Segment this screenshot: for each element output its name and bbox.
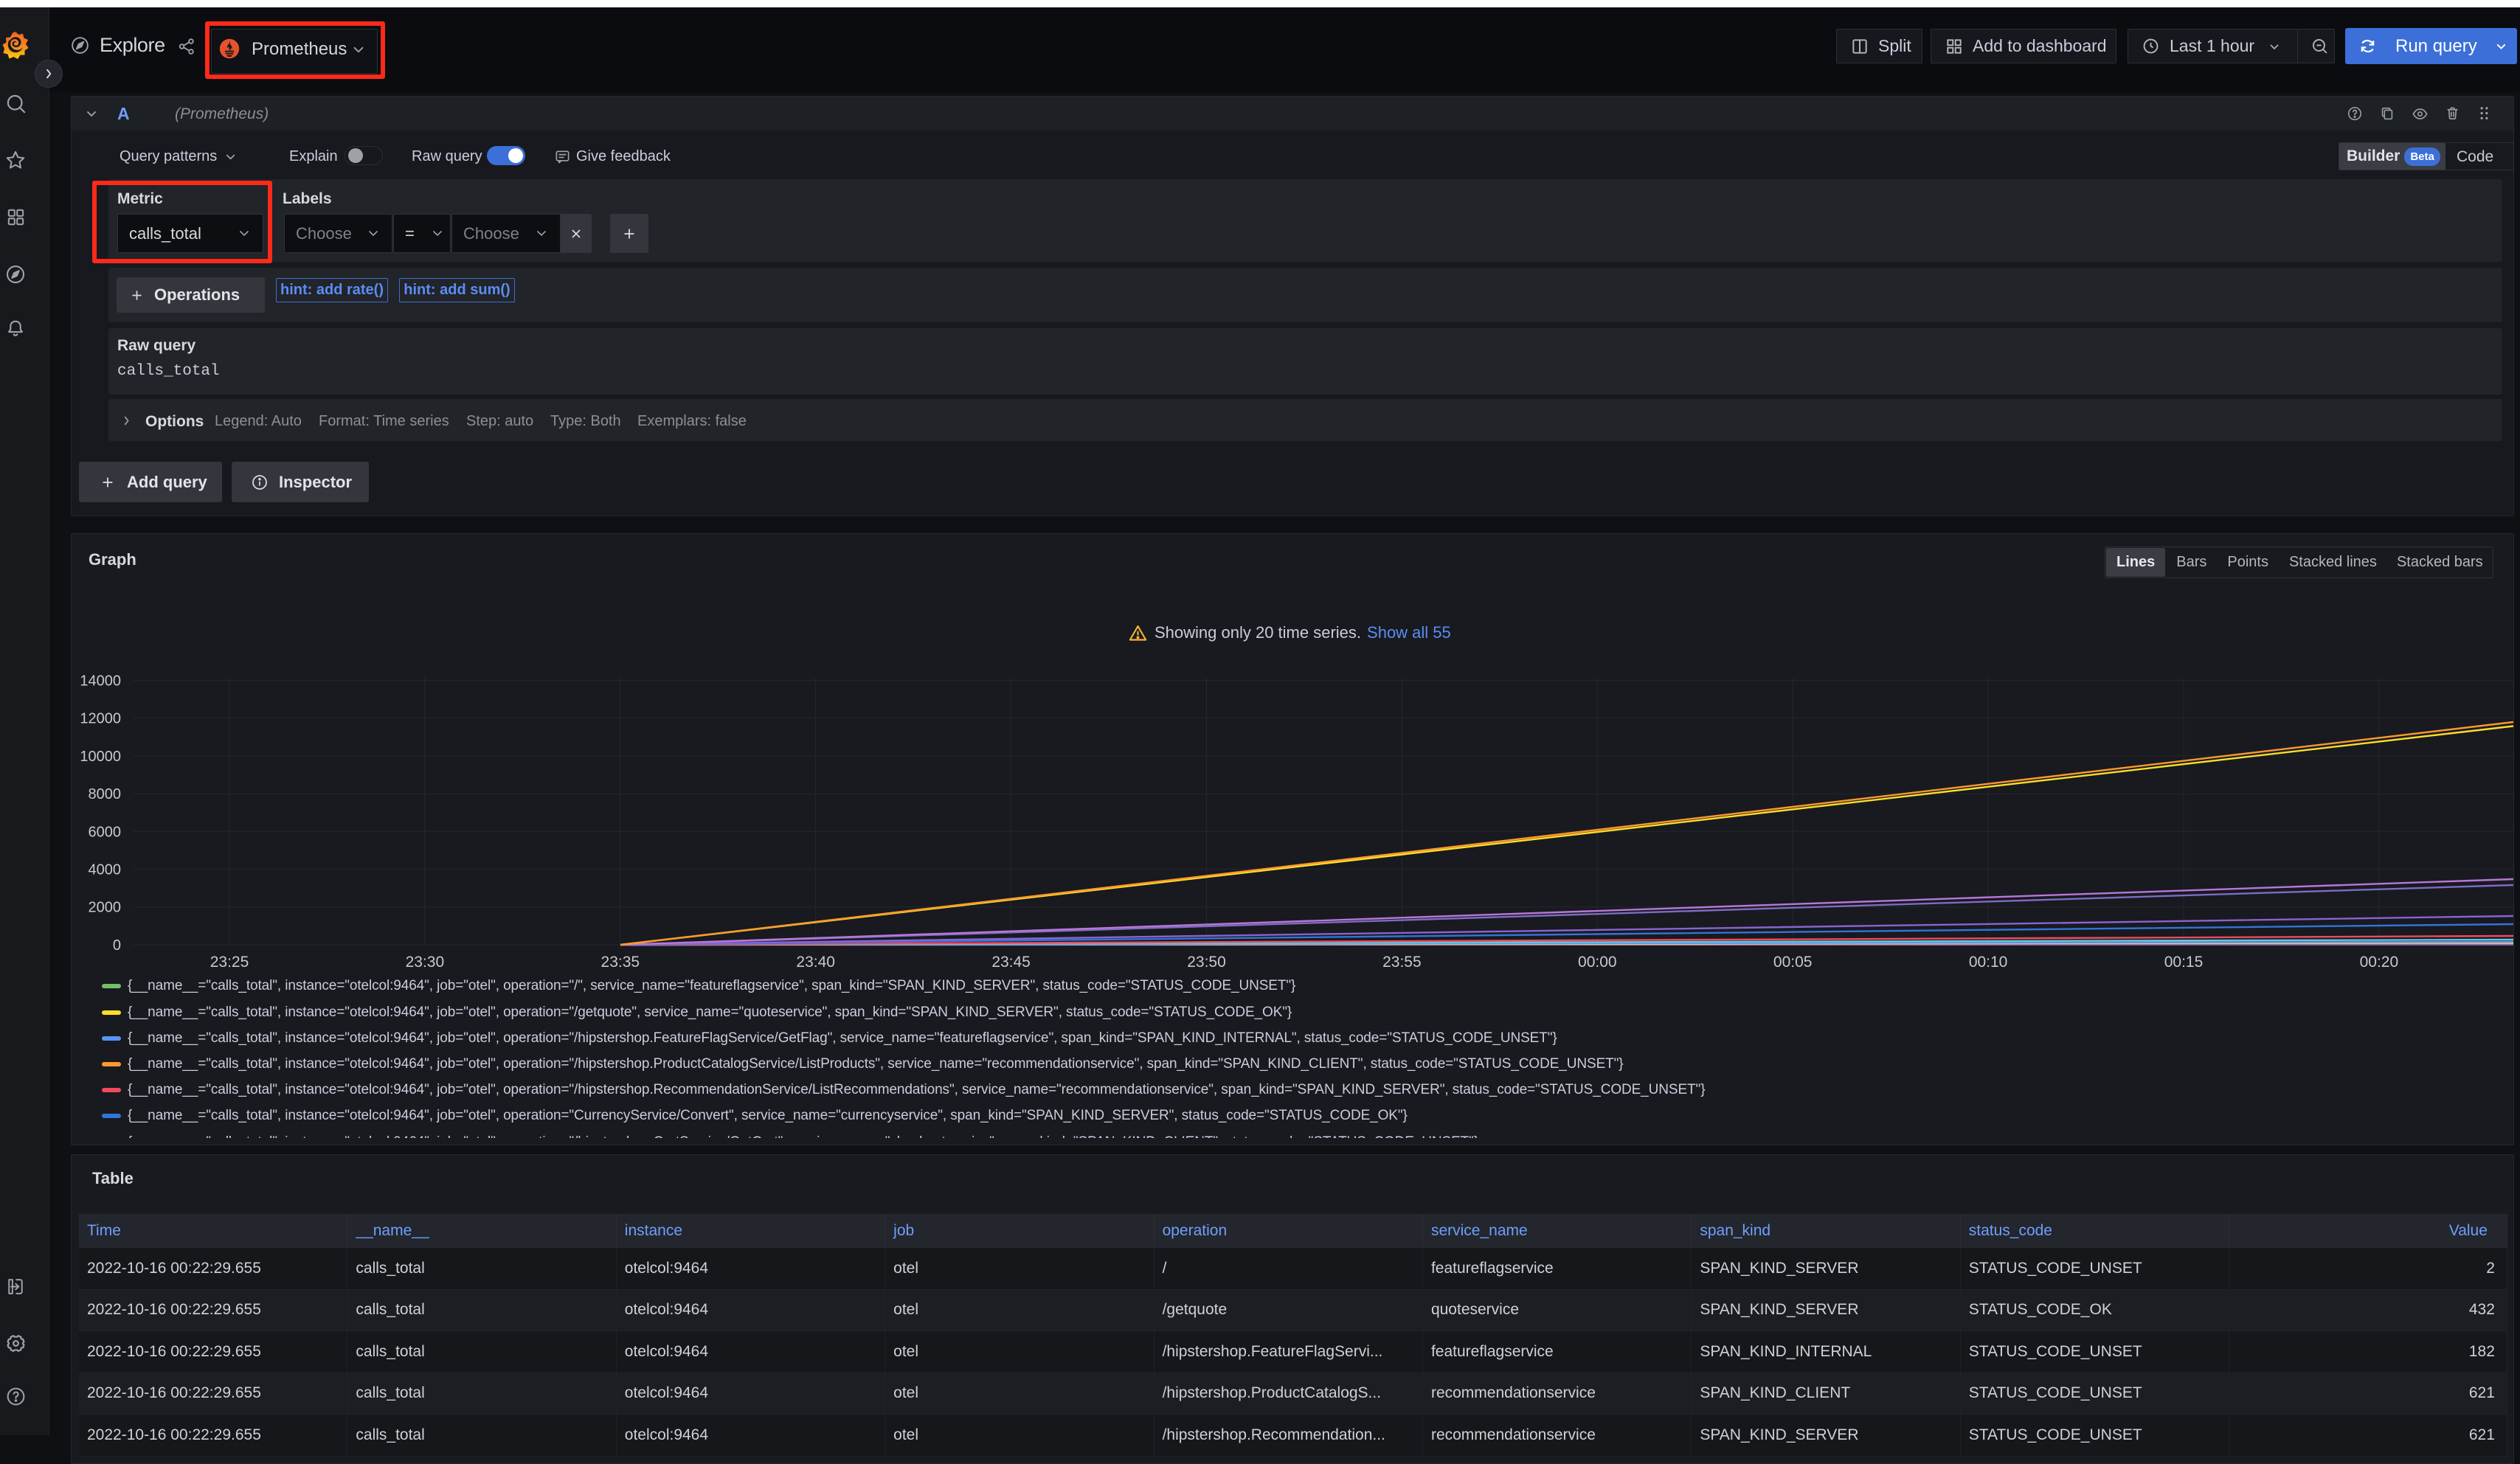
svg-text:00:00: 00:00 [1578,954,1617,971]
svg-text:14000: 14000 [80,673,121,690]
svg-text:6000: 6000 [89,824,122,840]
svg-text:00:20: 00:20 [2360,954,2399,971]
svg-text:23:50: 23:50 [1187,954,1226,971]
svg-text:0: 0 [113,937,121,954]
svg-text:23:35: 23:35 [601,954,640,971]
svg-text:2000: 2000 [89,900,122,916]
svg-text:4000: 4000 [89,862,122,878]
svg-text:8000: 8000 [89,786,122,802]
svg-text:23:30: 23:30 [406,954,445,971]
svg-text:00:05: 00:05 [1773,954,1813,971]
svg-text:00:10: 00:10 [1969,954,2008,971]
svg-text:23:40: 23:40 [796,954,835,971]
svg-text:10000: 10000 [80,749,121,765]
svg-text:23:55: 23:55 [1382,954,1422,971]
svg-text:23:25: 23:25 [210,954,249,971]
svg-text:23:45: 23:45 [991,954,1031,971]
svg-text:00:15: 00:15 [2164,954,2204,971]
svg-text:12000: 12000 [80,711,121,727]
